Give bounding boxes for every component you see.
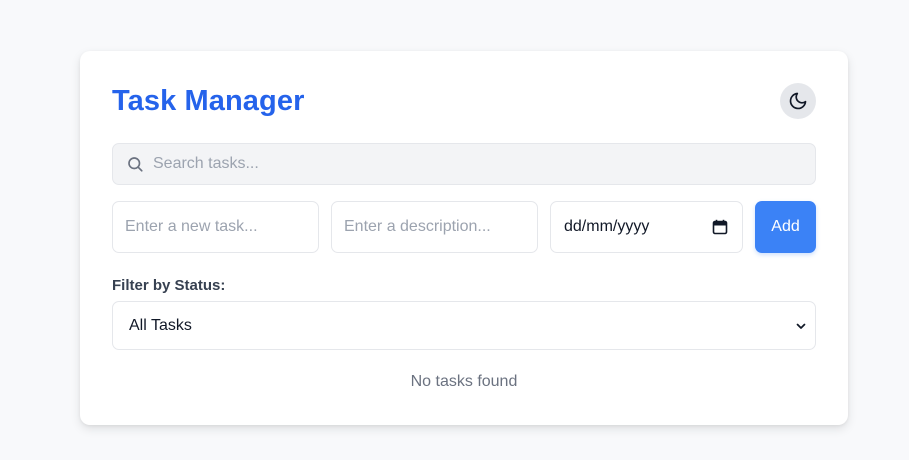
due-date-input[interactable]: dd/mm/yyyy	[550, 201, 743, 253]
task-title-input[interactable]	[113, 218, 318, 236]
empty-state-message: No tasks found	[410, 373, 518, 390]
chevron-down-icon	[795, 320, 807, 332]
calendar-icon[interactable]	[712, 219, 728, 235]
add-task-button[interactable]: Add	[755, 201, 816, 253]
status-filter-select[interactable]: All Tasks	[112, 301, 816, 350]
page-title: Task Manager	[112, 85, 305, 117]
search-bar[interactable]	[112, 143, 816, 185]
task-title-field[interactable]	[112, 201, 319, 253]
due-date-value: dd/mm/yyyy	[564, 218, 650, 235]
search-icon	[126, 155, 144, 173]
status-filter-value: All Tasks	[129, 316, 192, 334]
search-input[interactable]	[153, 155, 815, 173]
moon-icon	[788, 91, 808, 111]
task-description-input[interactable]	[332, 218, 537, 236]
task-description-field[interactable]	[331, 201, 538, 253]
theme-toggle-button[interactable]	[780, 83, 816, 119]
filter-label: Filter by Status:	[112, 277, 226, 294]
task-manager-card: Task Manager dd/mm/yyyy	[80, 51, 848, 425]
